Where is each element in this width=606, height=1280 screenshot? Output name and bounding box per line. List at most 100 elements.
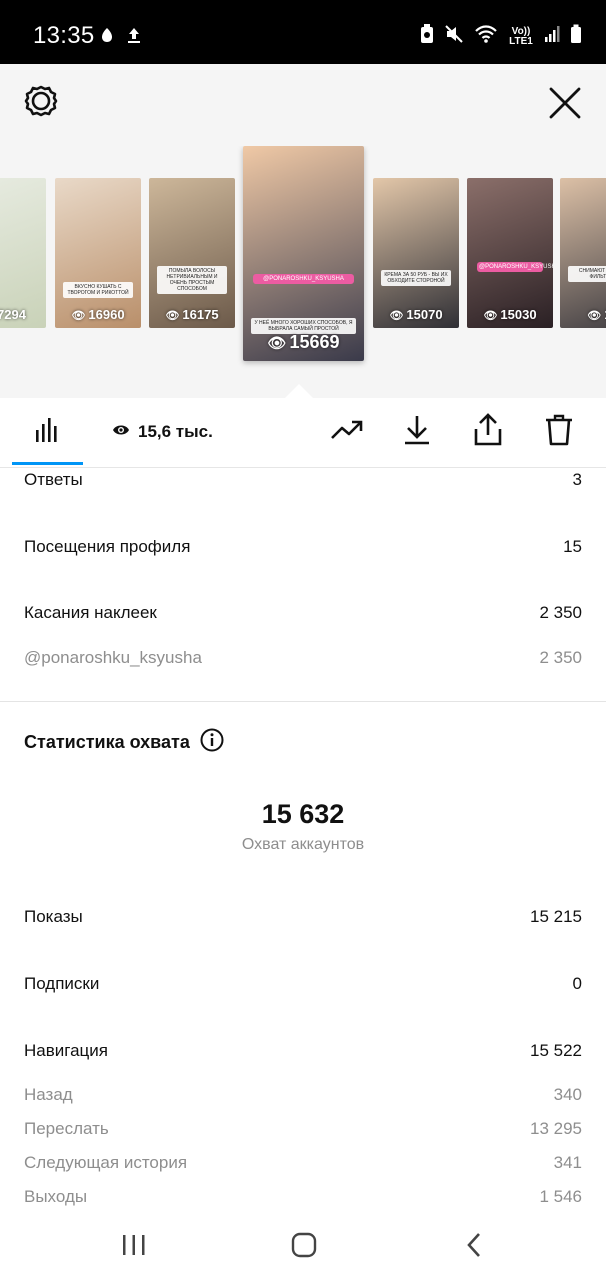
- eye-icon: 👁: [267, 335, 287, 352]
- story-views: 16960: [88, 307, 125, 322]
- stat-value: 1 546: [539, 1187, 582, 1206]
- stat-row-profile-visits: Посещения профиля 15: [24, 537, 582, 557]
- story-views: 15669: [289, 332, 340, 352]
- stat-label: Назад: [24, 1085, 73, 1104]
- stat-value: 340: [553, 1085, 582, 1104]
- story-views: 15030: [500, 307, 537, 322]
- stat-label: Ответы: [24, 470, 83, 489]
- eye-icon: 👁: [587, 310, 602, 322]
- close-button[interactable]: [544, 84, 586, 126]
- stat-value: 341: [553, 1153, 582, 1172]
- promote-button[interactable]: [327, 412, 367, 452]
- eye-icon: 👁: [71, 310, 86, 322]
- stat-row-next-story: Следующая история 341: [24, 1153, 582, 1173]
- stat-row-follows: Подписки 0: [24, 974, 582, 994]
- views-count[interactable]: 15,6 тыс.: [112, 422, 213, 442]
- section-divider: [0, 701, 606, 702]
- battery-icon: [570, 24, 582, 49]
- story-views: 16175: [182, 307, 219, 322]
- eye-icon: 👁: [483, 310, 498, 322]
- close-icon: [548, 86, 582, 125]
- home-icon: [291, 1232, 317, 1263]
- story-caption: ПОМЫЛА ВОЛОСЫ НЕТРИВИАЛЬНЫМ И ОЧЕНЬ ПРОС…: [157, 266, 227, 294]
- back-icon: [466, 1232, 482, 1263]
- stat-label: Показы: [24, 907, 83, 926]
- trending-up-icon: [330, 418, 364, 447]
- stat-value: 15: [563, 537, 582, 556]
- delete-button[interactable]: [539, 412, 579, 452]
- insights-tab[interactable]: [12, 398, 83, 466]
- story-thumbnail[interactable]: ВКУСНО КУШАТЬ С ТВОРОГОМ И РИКОТТОЙ 👁 169…: [55, 178, 141, 328]
- recent-apps-button[interactable]: [114, 1232, 154, 1262]
- system-navigation-bar: [0, 1214, 606, 1280]
- stat-label: Следующая история: [24, 1153, 188, 1172]
- stat-row-impressions: Показы 15 215: [24, 907, 582, 927]
- stat-row-back: Назад 340: [24, 1085, 582, 1105]
- mute-icon: [444, 24, 464, 49]
- notification-icon: [98, 26, 116, 49]
- story-mention-tag: @PONAROSHKU_KSYUSHA: [253, 274, 354, 284]
- status-time: 13:35: [33, 22, 95, 49]
- views-label: 15,6 тыс.: [138, 422, 213, 441]
- eye-icon: 👁: [165, 310, 180, 322]
- stat-label: Посещения профиля: [24, 537, 191, 556]
- story-thumbnails-strip[interactable]: 👁7294 ВКУСНО КУШАТЬ С ТВОРОГОМ И РИКОТТО…: [0, 146, 606, 398]
- stat-label: Касания наклеек: [24, 603, 157, 622]
- stat-label: Навигация: [24, 1041, 108, 1060]
- stat-value: 15 522: [530, 1041, 582, 1060]
- stat-row-mention[interactable]: @ponaroshku_ksyusha 2 350: [24, 648, 582, 668]
- eye-icon: [112, 422, 130, 442]
- insights-tab-indicator: [12, 462, 83, 465]
- bar-chart-icon: [34, 416, 62, 449]
- story-thumbnail[interactable]: СНИМАЮТ СТОРИС ФИЛЬТРОВ 👁14: [560, 178, 606, 328]
- gear-icon: [23, 83, 59, 124]
- stat-value: 2 350: [539, 603, 582, 622]
- wifi-icon: [474, 24, 498, 49]
- story-thumbnail-selected[interactable]: @PONAROSHKU_KSYUSHA У НЕЁ МНОГО ХОРОШИХ …: [243, 146, 364, 361]
- stat-value: 3: [572, 470, 582, 489]
- story-caption: СНИМАЮТ СТОРИС ФИЛЬТРОВ: [568, 266, 606, 282]
- story-caption: ВКУСНО КУШАТЬ С ТВОРОГОМ И РИКОТТОЙ: [63, 282, 133, 298]
- stat-row-exits: Выходы 1 546: [24, 1187, 582, 1207]
- share-icon: [473, 412, 503, 452]
- story-thumbnail[interactable]: 👁7294: [0, 178, 46, 328]
- back-button[interactable]: [454, 1232, 494, 1262]
- story-caption: КРЕМА ЗА 50 РУБ - ВЫ ИХ ОБХОДИТЕ СТОРОНО…: [381, 270, 451, 286]
- story-views: 7294: [0, 307, 26, 322]
- story-thumbnail[interactable]: @PONAROSHKU_KSYUSHA 👁 15030: [467, 178, 553, 328]
- trash-icon: [544, 413, 574, 452]
- stat-value: 0: [572, 974, 582, 993]
- selected-story-pointer: [285, 384, 313, 398]
- battery-saver-icon: [420, 24, 434, 49]
- download-button[interactable]: [397, 412, 437, 452]
- story-viewer-header: [0, 64, 606, 146]
- story-toolbar: 15,6 тыс.: [0, 398, 606, 468]
- stat-row-navigation: Навигация 15 522: [24, 1041, 582, 1061]
- stat-value: 2 350: [539, 648, 582, 667]
- settings-button[interactable]: [22, 84, 60, 122]
- stat-value: 15 215: [530, 907, 582, 926]
- network-label: Vo)) LTE1: [509, 25, 533, 47]
- stat-row-forward: Переслать 13 295: [24, 1119, 582, 1139]
- eye-icon: 👁: [389, 310, 404, 322]
- info-icon[interactable]: [200, 728, 224, 757]
- stat-row-sticker-taps: Касания наклеек 2 350: [24, 603, 582, 623]
- stat-value: 13 295: [530, 1119, 582, 1138]
- share-button[interactable]: [468, 412, 508, 452]
- accounts-reached-value: 15 632: [261, 799, 345, 829]
- story-thumbnail[interactable]: ПОМЫЛА ВОЛОСЫ НЕТРИВИАЛЬНЫМ И ОЧЕНЬ ПРОС…: [149, 178, 235, 328]
- story-mention-tag: @PONAROSHKU_KSYUSHA: [477, 262, 553, 272]
- status-bar: 13:35 Vo)) LTE1: [0, 0, 606, 64]
- accounts-reached-label: Охват аккаунтов: [241, 836, 365, 853]
- upload-icon: [126, 26, 142, 49]
- stat-row-replies: Ответы 3: [24, 470, 582, 490]
- reach-section-title: Статистика охвата: [24, 728, 224, 757]
- stat-label: Переслать: [24, 1119, 109, 1138]
- stat-label: Выходы: [24, 1187, 88, 1206]
- section-title-text: Статистика охвата: [24, 732, 190, 752]
- recent-apps-icon: [122, 1234, 146, 1261]
- home-button[interactable]: [284, 1232, 324, 1262]
- story-views: 15070: [406, 307, 443, 322]
- download-icon: [403, 414, 431, 451]
- story-thumbnail[interactable]: КРЕМА ЗА 50 РУБ - ВЫ ИХ ОБХОДИТЕ СТОРОНО…: [373, 178, 459, 328]
